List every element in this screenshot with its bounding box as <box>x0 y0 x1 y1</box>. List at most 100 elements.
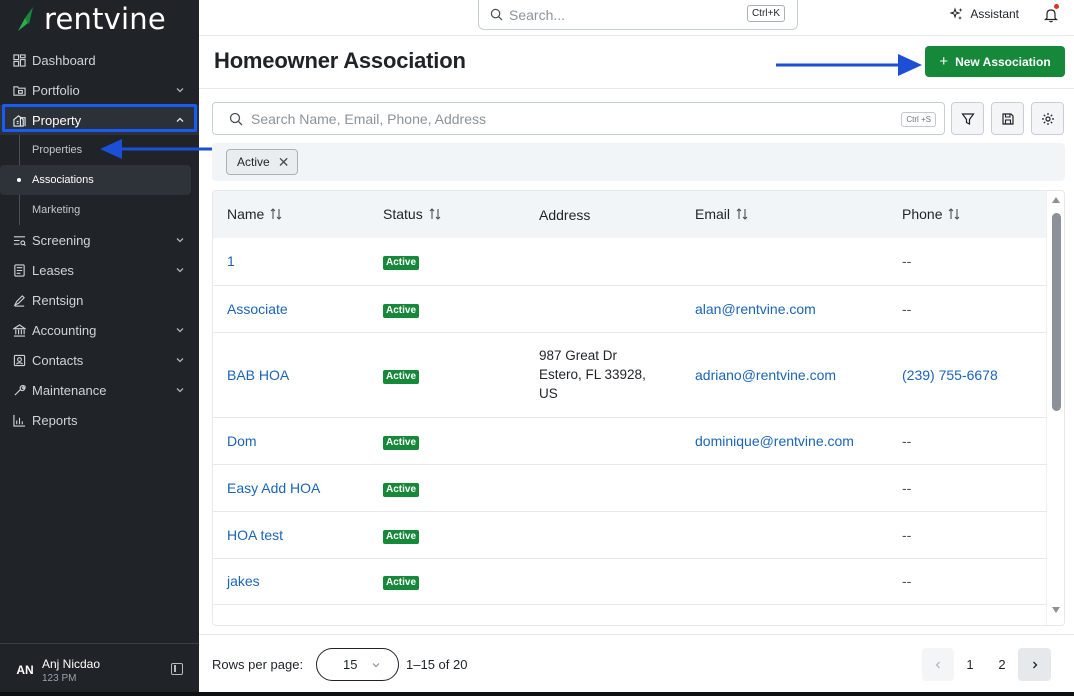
scroll-up-icon[interactable] <box>1052 197 1060 203</box>
rows-per-page-select[interactable]: 15 <box>316 648 399 681</box>
logo-text: rentvine <box>44 1 166 36</box>
chevron-down-icon <box>175 355 185 365</box>
sidebar-item-contacts[interactable]: Contacts <box>0 345 199 375</box>
notification-dot <box>1054 4 1059 9</box>
subitem-label: Associations <box>32 174 94 186</box>
rows-per-page-value: 15 <box>343 657 358 672</box>
association-name-link[interactable]: jakes <box>227 573 260 589</box>
collapse-sidebar-icon[interactable] <box>171 663 183 675</box>
annotation-arrow-new-association <box>776 54 922 76</box>
chevron-down-icon <box>372 663 380 668</box>
sidebar-item-label: Maintenance <box>32 382 107 398</box>
header-divider <box>199 88 1074 89</box>
sidebar-item-screening[interactable]: Screening <box>0 225 199 255</box>
screening-icon <box>12 233 26 247</box>
association-name-link[interactable]: BAB HOA <box>227 367 289 383</box>
table-row[interactable]: HOA test Active -- <box>213 511 1047 559</box>
phone-cell: -- <box>888 417 1047 465</box>
scroll-thumb[interactable] <box>1052 213 1061 411</box>
bell-icon[interactable] <box>1044 7 1058 23</box>
search-icon <box>490 8 503 21</box>
sidebar-item-dashboard[interactable]: Dashboard <box>0 45 199 75</box>
sidebar-item-maintenance[interactable]: Maintenance <box>0 375 199 405</box>
portfolio-icon <box>12 83 26 97</box>
global-search[interactable]: Search... Ctrl+K <box>478 0 798 30</box>
address-cell: 987 Great Dr Estero, FL 33928, US <box>525 332 681 418</box>
sidebar-item-reports[interactable]: Reports <box>0 405 199 435</box>
sidebar-item-accounting[interactable]: Accounting <box>0 315 199 345</box>
user-profile[interactable]: AN Anj Nicdao 123 PM <box>0 643 199 696</box>
status-badge: Active <box>383 256 420 271</box>
table-header-row: Name Status Address Email Phone <box>213 191 1047 238</box>
page-button-1[interactable]: 1 <box>956 648 984 681</box>
address-line: 987 Great Dr <box>539 348 618 363</box>
phone-cell: -- <box>888 285 1047 333</box>
sidebar-item-leases[interactable]: Leases <box>0 255 199 285</box>
association-name-link[interactable]: Associate <box>227 301 288 317</box>
settings-button[interactable] <box>1031 102 1064 135</box>
filter-button[interactable] <box>951 102 984 135</box>
table-row[interactable]: jakes Active -- <box>213 558 1047 605</box>
email-link[interactable]: alan@rentvine.com <box>695 301 816 317</box>
column-header-phone[interactable]: Phone <box>888 191 1047 238</box>
association-search[interactable]: Ctrl +S <box>212 102 945 135</box>
address-cell <box>525 558 681 605</box>
sidebar-item-portfolio[interactable]: Portfolio <box>0 75 199 105</box>
phone-link[interactable]: (239) 755-6678 <box>902 367 998 383</box>
phone-cell: -- <box>888 558 1047 605</box>
table-row[interactable]: Associate Active alan@rentvine.com -- <box>213 285 1047 333</box>
table-row[interactable]: Easy Add HOA Active -- <box>213 464 1047 512</box>
sort-icon[interactable] <box>429 207 441 224</box>
maintenance-icon <box>12 383 26 397</box>
association-name-link[interactable]: Easy Add HOA <box>227 480 320 496</box>
sidebar-subitem-associations[interactable]: Associations <box>0 165 191 195</box>
leases-icon <box>12 263 26 277</box>
filter-icon <box>960 112 975 125</box>
association-name-link[interactable]: Dom <box>227 433 257 449</box>
next-page-button[interactable] <box>1018 648 1051 681</box>
table-row[interactable]: 1 Active -- <box>213 238 1047 286</box>
logo-leaf-icon <box>18 7 33 31</box>
sort-icon[interactable] <box>736 207 748 224</box>
association-name-link[interactable]: HOA test <box>227 527 283 543</box>
chevron-down-icon <box>175 325 185 335</box>
annotation-highlight-box <box>2 104 197 132</box>
annotation-arrow-properties <box>100 139 218 159</box>
scroll-down-icon[interactable] <box>1052 607 1060 613</box>
active-filters-bar: Active ✕ <box>212 143 1065 181</box>
table-row[interactable]: Dom Active dominique@rentvine.com -- <box>213 417 1047 465</box>
column-header-email[interactable]: Email <box>681 191 888 238</box>
table-row[interactable]: BAB HOA Active 987 Great Dr Estero, FL 3… <box>213 332 1047 418</box>
assistant-button[interactable]: Assistant <box>950 7 1019 21</box>
email-link[interactable]: dominique@rentvine.com <box>695 433 854 449</box>
column-header-name[interactable]: Name <box>213 191 369 238</box>
filter-chip-active[interactable]: Active ✕ <box>226 149 299 175</box>
status-badge: Active <box>383 369 420 384</box>
column-header-status[interactable]: Status <box>369 191 525 238</box>
association-search-input[interactable] <box>251 110 851 127</box>
sidebar-item-label: Contacts <box>32 352 84 368</box>
sidebar: rentvine Dashboard Portfolio Property Pr… <box>0 0 199 696</box>
subitem-label: Properties <box>32 144 83 156</box>
reports-icon <box>12 413 26 427</box>
close-icon[interactable]: ✕ <box>278 155 290 169</box>
sort-icon[interactable] <box>270 207 282 224</box>
global-search-placeholder: Search... <box>509 6 566 23</box>
address-cell <box>525 464 681 512</box>
prev-page-button[interactable] <box>922 648 954 681</box>
plus-icon: + <box>939 53 949 70</box>
associations-table: Name Status Address Email Phone 1 Active… <box>212 190 1065 626</box>
status-badge: Active <box>383 435 420 450</box>
sort-icon[interactable] <box>948 207 960 224</box>
sidebar-item-rentsign[interactable]: Rentsign <box>0 285 199 315</box>
address-line: US <box>539 386 558 401</box>
new-association-button[interactable]: + New Association <box>925 46 1065 77</box>
save-view-button[interactable] <box>991 102 1024 135</box>
sidebar-subitem-marketing[interactable]: Marketing <box>0 195 191 225</box>
association-name-link[interactable]: 1 <box>227 253 235 269</box>
status-badge: Active <box>383 482 420 497</box>
email-link[interactable]: adriano@rentvine.com <box>695 367 836 383</box>
page-button-2[interactable]: 2 <box>988 648 1016 681</box>
rentvine-logo[interactable]: rentvine <box>0 0 199 38</box>
table-scrollbar[interactable] <box>1046 191 1064 625</box>
